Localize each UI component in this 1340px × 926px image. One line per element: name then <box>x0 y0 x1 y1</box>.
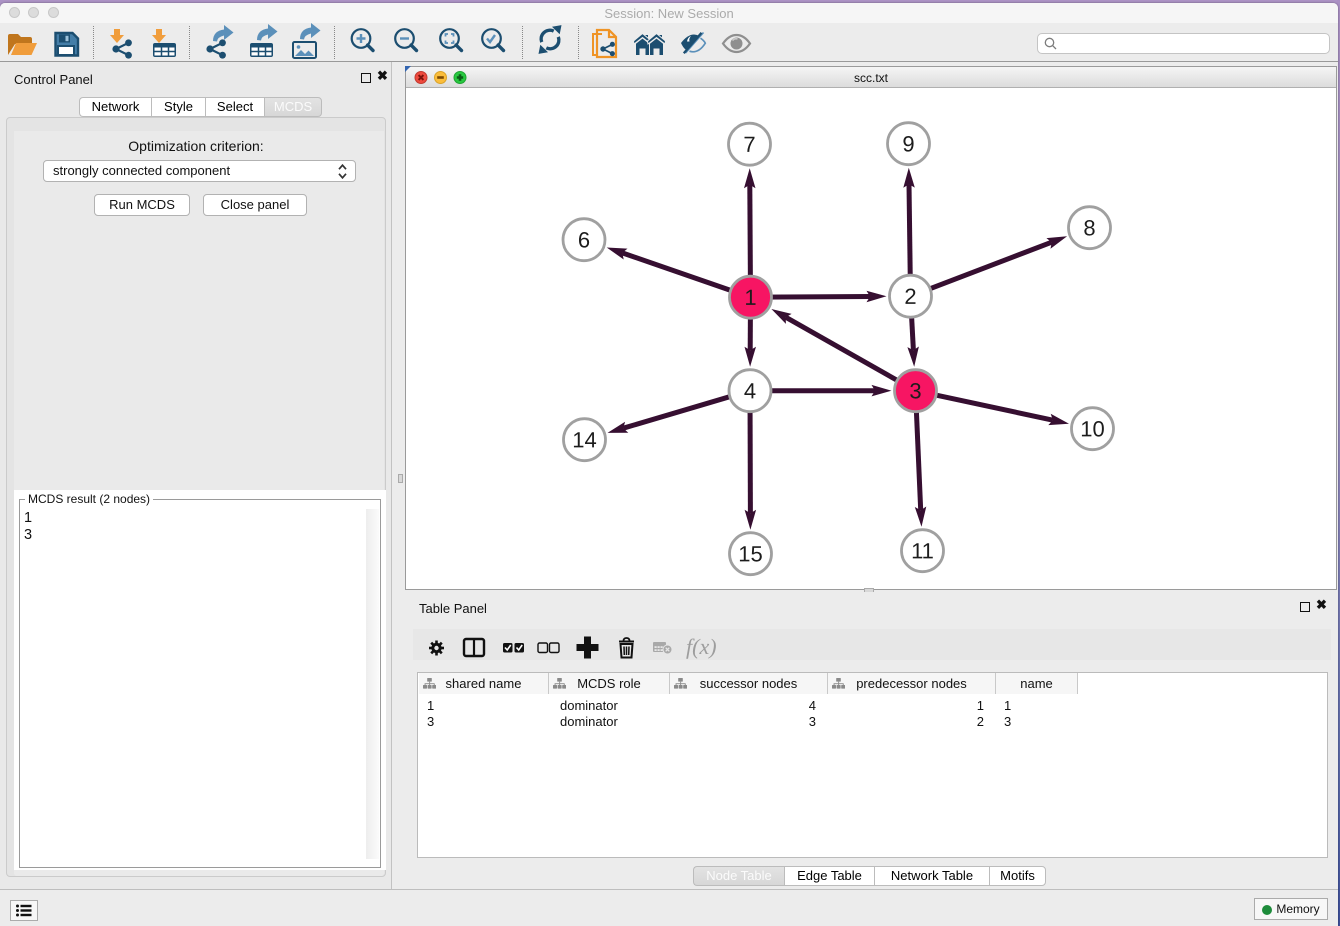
svg-text:8: 8 <box>1083 215 1095 240</box>
svg-text:3: 3 <box>909 378 921 403</box>
svg-text:2: 2 <box>904 284 916 309</box>
svg-text:9: 9 <box>902 131 914 156</box>
svg-text:6: 6 <box>578 227 590 252</box>
svg-text:4: 4 <box>744 378 756 403</box>
svg-text:10: 10 <box>1080 416 1104 441</box>
svg-text:7: 7 <box>743 132 755 157</box>
svg-text:15: 15 <box>738 541 762 566</box>
svg-text:f(x): f(x) <box>686 634 717 659</box>
svg-text:1: 1 <box>744 285 756 310</box>
svg-text:11: 11 <box>911 538 934 563</box>
svg-text:14: 14 <box>572 427 596 452</box>
